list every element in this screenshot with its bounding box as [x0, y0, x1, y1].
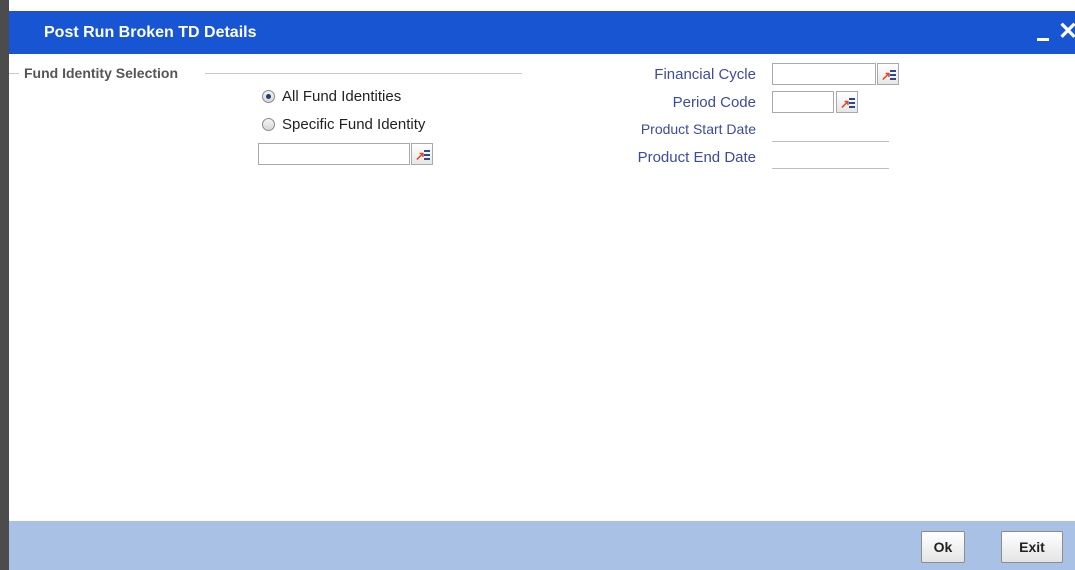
lov-list-icon [849, 98, 855, 110]
radio-icon[interactable] [262, 90, 275, 103]
product-end-date-label: Product End Date [637, 149, 756, 166]
lov-list-icon [424, 150, 430, 162]
form-body [9, 54, 1075, 521]
fieldset-rule-right [205, 73, 522, 74]
lov-list-icon [890, 70, 896, 82]
fund-identity-selection-legend: Fund Identity Selection [20, 65, 183, 81]
fund-identity-input[interactable] [258, 143, 410, 165]
window-left-border [0, 0, 9, 570]
title-bar: Post Run Broken TD Details ✕ [9, 11, 1075, 54]
window-top-margin [0, 0, 1075, 11]
fieldset-rule-left [9, 73, 19, 74]
financial-cycle-lov-button[interactable]: ↗ [877, 63, 899, 85]
period-code-input[interactable] [772, 91, 834, 113]
close-icon[interactable]: ✕ [1058, 18, 1075, 46]
financial-cycle-label: Financial Cycle [654, 66, 756, 83]
ok-button[interactable]: Ok [921, 531, 965, 563]
product-end-date-field [772, 168, 889, 169]
minimize-icon[interactable] [1037, 25, 1051, 43]
period-code-label: Period Code [672, 94, 756, 111]
product-start-date-field [772, 141, 889, 142]
fund-identity-lov-button[interactable]: ↗ [411, 143, 433, 165]
period-code-lov-button[interactable]: ↗ [836, 91, 858, 113]
radio-all-fund-identities[interactable]: All Fund Identities [262, 88, 401, 105]
exit-button[interactable]: Exit [1001, 531, 1063, 563]
financial-cycle-input[interactable] [772, 63, 876, 85]
radio-label-specific-fund-identity: Specific Fund Identity [282, 116, 426, 133]
footer-bar: Ok Exit [9, 521, 1075, 570]
radio-icon[interactable] [262, 118, 275, 131]
product-start-date-label: Product Start Date [640, 121, 756, 137]
radio-label-all-fund-identities: All Fund Identities [282, 88, 402, 105]
radio-specific-fund-identity[interactable]: Specific Fund Identity [262, 116, 425, 133]
window-title: Post Run Broken TD Details [44, 24, 257, 41]
